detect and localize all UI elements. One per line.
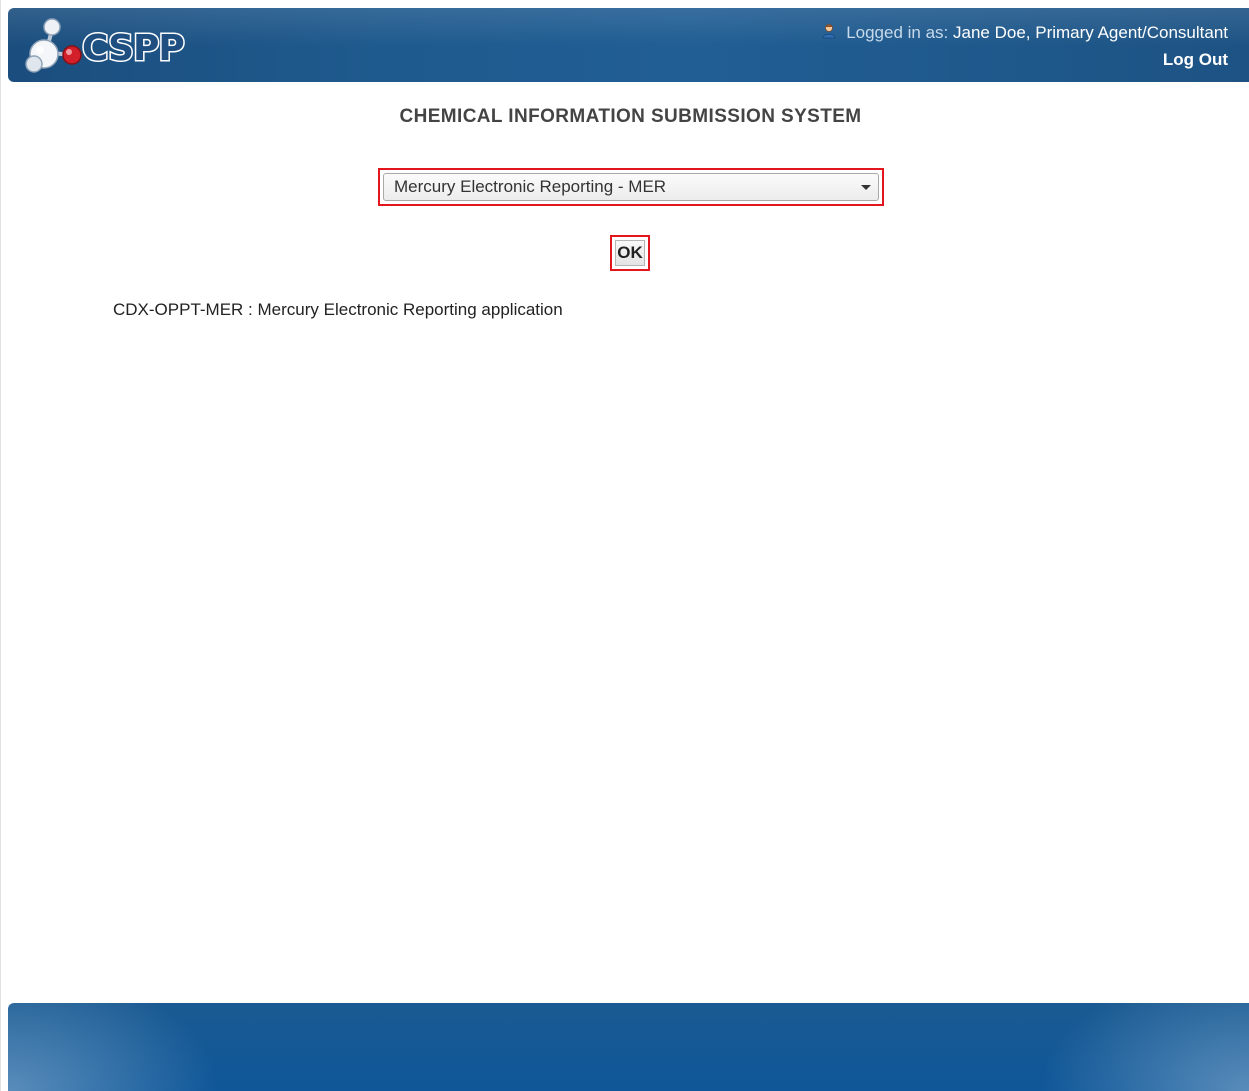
footer-bar [8,1003,1249,1091]
user-icon [823,24,836,39]
login-info: Logged in as: Jane Doe, Primary Agent/Co… [821,22,1228,71]
application-select-value: Mercury Electronic Reporting - MER [394,177,667,196]
page: CSPP Logged in as: Jane Doe, Primary Age… [0,0,1249,1091]
page-title: CHEMICAL INFORMATION SUBMISSION SYSTEM [399,106,862,127]
application-select-highlight: Mercury Electronic Reporting - MER [378,168,884,206]
logout-link[interactable]: Log Out [821,49,1228,71]
logged-in-prefix: Logged in as: [846,23,949,42]
ok-button-highlight: OK [610,235,650,271]
application-select[interactable]: Mercury Electronic Reporting - MER [383,173,879,201]
molecule-logo-icon: CSPP [25,18,186,73]
chevron-down-icon [861,185,871,190]
login-line: Logged in as: Jane Doe, Primary Agent/Co… [821,23,1228,42]
svg-text:CSPP: CSPP [82,28,184,69]
cspp-logo[interactable]: CSPP [22,12,222,78]
ok-button[interactable]: OK [615,240,645,266]
application-description: CDX-OPPT-MER : Mercury Electronic Report… [113,300,563,319]
header-bar: CSPP Logged in as: Jane Doe, Primary Age… [8,8,1249,82]
user-name: Jane Doe, Primary Agent/Consultant [953,23,1228,42]
